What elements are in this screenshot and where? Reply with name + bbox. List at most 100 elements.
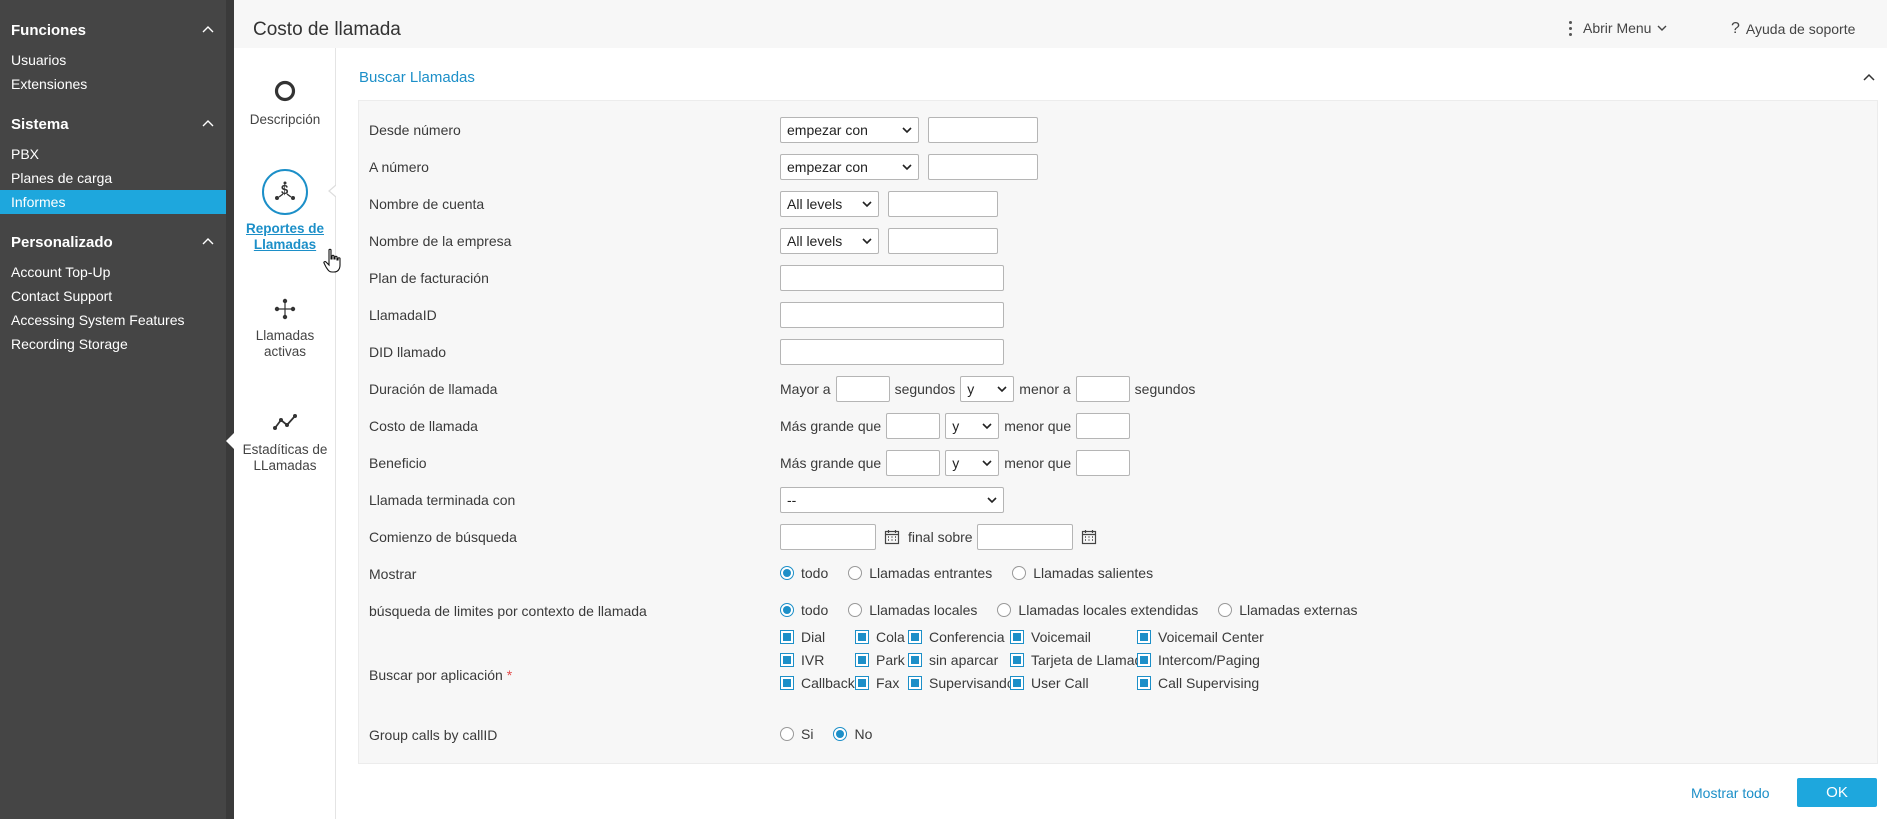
radio-button[interactable] xyxy=(780,566,794,580)
checkbox[interactable] xyxy=(908,653,922,667)
costo-max-input[interactable] xyxy=(1076,413,1131,439)
contexto-option-todo[interactable]: todo xyxy=(780,602,828,618)
chevron-up-icon[interactable] xyxy=(201,23,215,37)
a-numero-input[interactable] xyxy=(928,154,1038,180)
desde-numero-match-select[interactable]: empezar con xyxy=(780,117,919,143)
costo-join-select[interactable]: y xyxy=(945,413,1000,439)
sidebar-item-extensiones[interactable]: Extensiones xyxy=(0,72,226,96)
app-checkbox-callback[interactable]: Callback xyxy=(780,675,855,691)
sidebar-heading-sistema[interactable]: Sistema xyxy=(0,114,226,134)
sidebar-item-pbx[interactable]: PBX xyxy=(0,142,226,166)
a-numero-match-select[interactable]: empezar con xyxy=(780,154,919,180)
checkbox[interactable] xyxy=(908,630,922,644)
calendar-icon[interactable] xyxy=(1081,529,1097,545)
sidebar-item-accessing-system-features[interactable]: Accessing System Features xyxy=(0,308,226,332)
app-checkbox-conferencia[interactable]: Conferencia xyxy=(908,629,1005,645)
chevron-up-icon[interactable] xyxy=(201,235,215,249)
checkbox[interactable] xyxy=(1137,676,1151,690)
plan-facturacion-input[interactable] xyxy=(780,265,1004,291)
sidebar-item-account-top-up[interactable]: Account Top-Up xyxy=(0,260,226,284)
checkbox[interactable] xyxy=(1137,653,1151,667)
start-date-input[interactable] xyxy=(780,524,876,550)
app-checkbox-supervisando[interactable]: Supervisando xyxy=(908,675,1015,691)
sidebar-item-recording-storage[interactable]: Recording Storage xyxy=(0,332,226,356)
costo-min-input[interactable] xyxy=(886,413,941,439)
app-checkbox-voicemail[interactable]: Voicemail xyxy=(1010,629,1091,645)
beneficio-join-select[interactable]: y xyxy=(945,450,1000,476)
checkbox[interactable] xyxy=(780,653,794,667)
radio-button[interactable] xyxy=(1012,566,1027,580)
show-all-link[interactable]: Mostrar todo xyxy=(1691,785,1770,801)
checkbox[interactable] xyxy=(855,630,869,644)
checkbox[interactable] xyxy=(780,630,794,644)
app-checkbox-voicemail-center[interactable]: Voicemail Center xyxy=(1137,629,1264,645)
radio-label: Llamadas entrantes xyxy=(869,565,993,581)
sidebar-item-informes[interactable]: Informes xyxy=(0,190,226,214)
radio-button[interactable] xyxy=(780,727,794,741)
beneficio-max-input[interactable] xyxy=(1076,450,1131,476)
sidebar-heading-funciones[interactable]: Funciones xyxy=(0,20,226,40)
radio-button[interactable] xyxy=(780,603,794,617)
app-checkbox-dial[interactable]: Dial xyxy=(780,629,825,645)
subnav-item-llamadas-activas[interactable]: Llamadas activas xyxy=(234,296,336,360)
radio-button[interactable] xyxy=(1218,603,1233,617)
app-checkbox-call-supervising[interactable]: Call Supervising xyxy=(1137,675,1259,691)
section-title[interactable]: Buscar Llamadas xyxy=(359,69,475,86)
sidebar-item-planes-de-carga[interactable]: Planes de carga xyxy=(0,166,226,190)
radio-button[interactable] xyxy=(997,603,1012,617)
duracion-join-select[interactable]: y xyxy=(960,376,1015,402)
nombre-cuenta-input[interactable] xyxy=(888,191,998,217)
app-checkbox-user-call[interactable]: User Call xyxy=(1010,675,1089,691)
checkbox[interactable] xyxy=(780,676,794,690)
checkbox[interactable] xyxy=(855,676,869,690)
sidebar-item-contact-support[interactable]: Contact Support xyxy=(0,284,226,308)
chevron-up-icon[interactable] xyxy=(201,117,215,131)
radio-button[interactable] xyxy=(848,566,863,580)
duracion-max-input[interactable] xyxy=(1075,376,1130,402)
mostrar-option-todo[interactable]: todo xyxy=(780,565,828,581)
contexto-option-externas[interactable]: Llamadas externas xyxy=(1218,602,1358,618)
app-checkbox-tarjeta-de-llamada[interactable]: Tarjeta de Llamada xyxy=(1010,652,1150,668)
subnav-item-reportes-de-llamadas[interactable]: $ Reportes de Llamadas xyxy=(234,169,336,253)
nombre-empresa-input[interactable] xyxy=(888,228,998,254)
checkbox[interactable] xyxy=(855,653,869,667)
desde-numero-input[interactable] xyxy=(928,117,1038,143)
checkbox[interactable] xyxy=(1010,676,1024,690)
checkbox[interactable] xyxy=(1010,630,1024,644)
mostrar-option-salientes[interactable]: Llamadas salientes xyxy=(1012,565,1153,581)
terminada-select[interactable]: -- xyxy=(780,487,1004,513)
checkbox[interactable] xyxy=(1010,653,1024,667)
mostrar-option-entrantes[interactable]: Llamadas entrantes xyxy=(848,565,992,581)
ok-button[interactable]: OK xyxy=(1797,778,1877,807)
llamada-id-input[interactable] xyxy=(780,302,1004,328)
duracion-min-input[interactable] xyxy=(835,376,890,402)
collapse-icon[interactable] xyxy=(1863,72,1875,82)
group-option-no[interactable]: No xyxy=(833,726,872,742)
app-checkbox-cola[interactable]: Cola xyxy=(855,629,905,645)
open-menu-button[interactable]: Abrir Menu xyxy=(1569,20,1668,36)
radio-button[interactable] xyxy=(833,727,848,741)
contexto-option-locales-extendidas[interactable]: Llamadas locales extendidas xyxy=(997,602,1198,618)
app-checkbox-fax[interactable]: Fax xyxy=(855,675,899,691)
app-checkbox-park[interactable]: Park xyxy=(855,652,905,668)
radio-button[interactable] xyxy=(848,603,863,617)
end-date-input[interactable] xyxy=(976,524,1073,550)
sidebar-heading-personalizado[interactable]: Personalizado xyxy=(0,232,226,252)
nombre-empresa-level-select[interactable]: All levels xyxy=(780,228,879,254)
did-llamado-input[interactable] xyxy=(780,339,1004,365)
checkbox[interactable] xyxy=(1137,630,1151,644)
subnav-item-estadisticas[interactable]: Estadíticas de LLamadas xyxy=(234,410,336,474)
sidebar-item-usuarios[interactable]: Usuarios xyxy=(0,48,226,72)
beneficio-min-input[interactable] xyxy=(886,450,941,476)
support-help-label: Ayuda de soporte xyxy=(1745,21,1856,37)
subnav-item-descripcion[interactable]: Descripción xyxy=(234,78,336,127)
app-checkbox-intercom-paging[interactable]: Intercom/Paging xyxy=(1137,652,1260,668)
app-checkbox-sin-aparcar[interactable]: sin aparcar xyxy=(908,652,998,668)
support-help-button[interactable]: ? Ayuda de soporte xyxy=(1731,20,1855,38)
group-option-si[interactable]: Si xyxy=(780,726,813,742)
app-checkbox-ivr[interactable]: IVR xyxy=(780,652,824,668)
calendar-icon[interactable] xyxy=(884,529,900,545)
nombre-cuenta-level-select[interactable]: All levels xyxy=(780,191,879,217)
contexto-option-locales[interactable]: Llamadas locales xyxy=(848,602,977,618)
checkbox[interactable] xyxy=(908,676,922,690)
